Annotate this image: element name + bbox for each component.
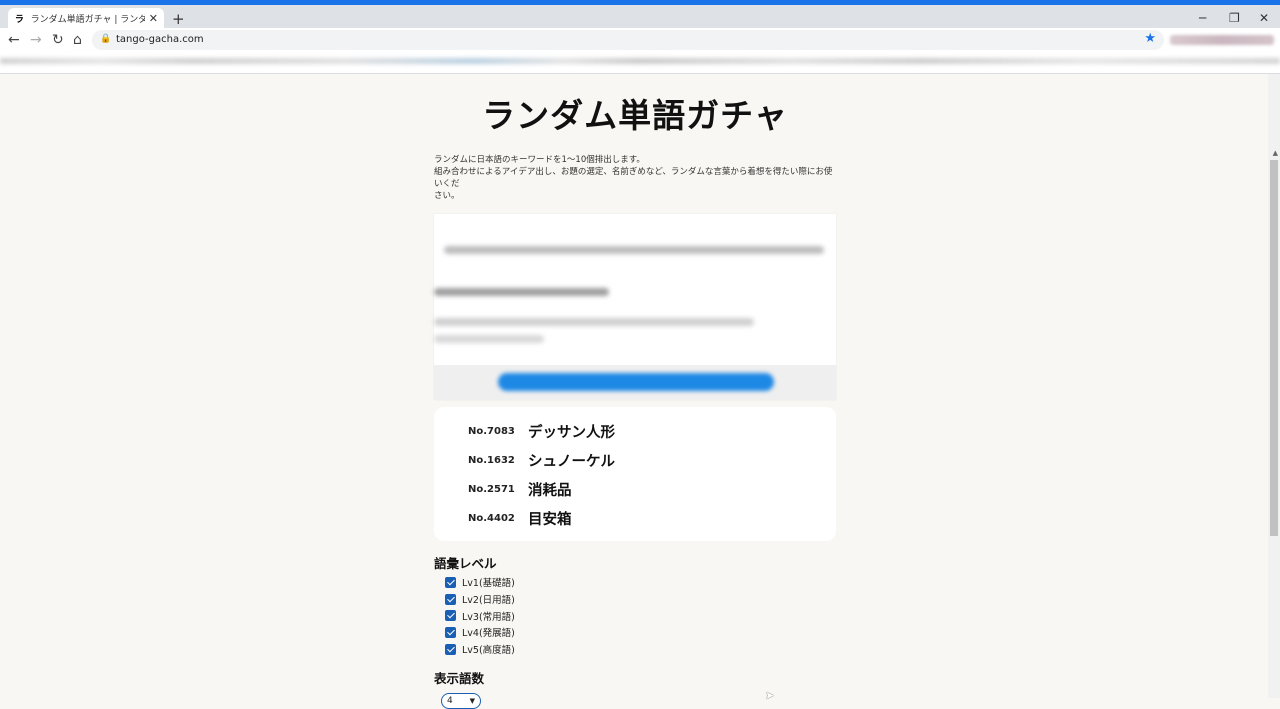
level-option-lv5[interactable]: Lv5(高度語) [445,641,836,658]
checkbox-checked[interactable] [445,626,456,638]
intro-line: さい。 [434,191,460,201]
word-text: デッサン人形 [528,425,615,441]
close-window-icon[interactable]: ✕ [1259,11,1269,25]
browser-toolbar: ← → ↻ ⌂ 🔒 tango-gacha.com ★ [0,28,1280,52]
level-option-lv3[interactable]: Lv3(常用語) [445,607,836,624]
intro-line: ランダムに日本語のキーワードを1〜10個排出します。 [434,155,645,165]
site-favicon-icon: ラ [14,14,24,25]
count-heading: 表示語数 [434,671,485,687]
ad-blur-line [444,246,824,254]
intro-line: 組み合わせによるアイデア出し、お題の選定、名前ぎめなど、ランダムな言葉から着想を… [434,167,833,189]
word-count-select[interactable]: 4 ▼ [441,693,481,709]
tab-strip: ラ ランダム単語ガチャ | ランダムに日本語のキーワードを ✕ + ─ ❐ ✕ [0,5,1280,28]
mouse-cursor-icon: ➤ [765,689,775,702]
restore-icon[interactable]: ❐ [1229,11,1240,25]
level-heading: 語彙レベル [434,556,497,571]
result-card: No.7083 デッサン人形 No.1632 シュノーケル No.2571 消耗… [434,407,836,541]
ad-blur-line [434,335,544,343]
address-bar[interactable]: 🔒 tango-gacha.com ★ [92,30,1164,50]
main-content: ランダム単語ガチャ ランダムに日本語のキーワードを1〜10個排出します。 組み合… [434,74,836,709]
level-option-lv1[interactable]: Lv1(基礎語) [445,574,836,591]
intro-text: ランダムに日本語のキーワードを1〜10個排出します。 組み合わせによるアイデア出… [434,154,836,202]
word-number: No.2571 [468,484,515,495]
checkbox-checked[interactable] [445,643,456,655]
level-label: Lv5(高度語) [462,645,515,657]
bookmarks-blurred [0,58,1280,64]
ad-blur-line [434,318,754,326]
bookmarks-bar [0,52,1280,74]
ad-footer [434,365,836,400]
tab-title: ランダム単語ガチャ | ランダムに日本語のキーワードを [30,14,145,25]
minimize-icon[interactable]: ─ [1199,11,1206,25]
profile-area[interactable] [1170,35,1274,45]
scroll-up-icon[interactable]: ▲ [1273,149,1278,157]
checkbox-checked[interactable] [445,576,456,588]
ad-button[interactable] [498,373,774,391]
scrollbar[interactable]: ▲ [1268,74,1280,698]
home-icon[interactable]: ⌂ [73,32,82,48]
checkbox-checked[interactable] [445,593,456,605]
level-option-lv4[interactable]: Lv4(発展語) [445,624,836,641]
tab-active[interactable]: ラ ランダム単語ガチャ | ランダムに日本語のキーワードを ✕ [8,8,164,28]
page-title: ランダム単語ガチャ [482,96,788,135]
word-number: No.4402 [468,513,515,524]
level-option-lv2[interactable]: Lv2(日用語) [445,591,836,608]
level-label: Lv3(常用語) [462,611,515,623]
url-text: tango-gacha.com [116,34,204,45]
new-tab-button[interactable]: + [172,10,185,28]
result-row: No.2571 消耗品 [468,475,836,504]
word-number: No.7083 [468,426,515,437]
word-number: No.1632 [468,455,515,466]
forward-arrow-icon[interactable]: → [30,32,42,48]
result-row: No.1632 シュノーケル [468,446,836,475]
lock-icon: 🔒 [100,34,112,44]
word-text: シュノーケル [528,454,615,470]
word-text: 消耗品 [528,483,572,499]
level-label: Lv4(発展語) [462,628,515,640]
chevron-down-icon: ▼ [469,697,475,706]
ad-blur-line [434,288,609,296]
word-text: 目安箱 [528,512,572,528]
result-row: No.4402 目安箱 [468,504,836,533]
result-row: No.7083 デッサン人形 [468,417,836,446]
ad-banner[interactable] [434,214,836,400]
tab-close-icon[interactable]: ✕ [149,12,158,25]
scrollbar-thumb[interactable] [1270,160,1278,536]
level-list: Lv1(基礎語) Lv2(日用語) Lv3(常用語) Lv4(発展語) Lv5(… [434,574,836,657]
level-label: Lv1(基礎語) [462,578,515,590]
bookmark-star-icon[interactable]: ★ [1144,31,1156,46]
reload-icon[interactable]: ↻ [52,32,64,48]
level-label: Lv2(日用語) [462,595,515,607]
back-arrow-icon[interactable]: ← [8,32,20,48]
checkbox-checked[interactable] [445,610,456,622]
